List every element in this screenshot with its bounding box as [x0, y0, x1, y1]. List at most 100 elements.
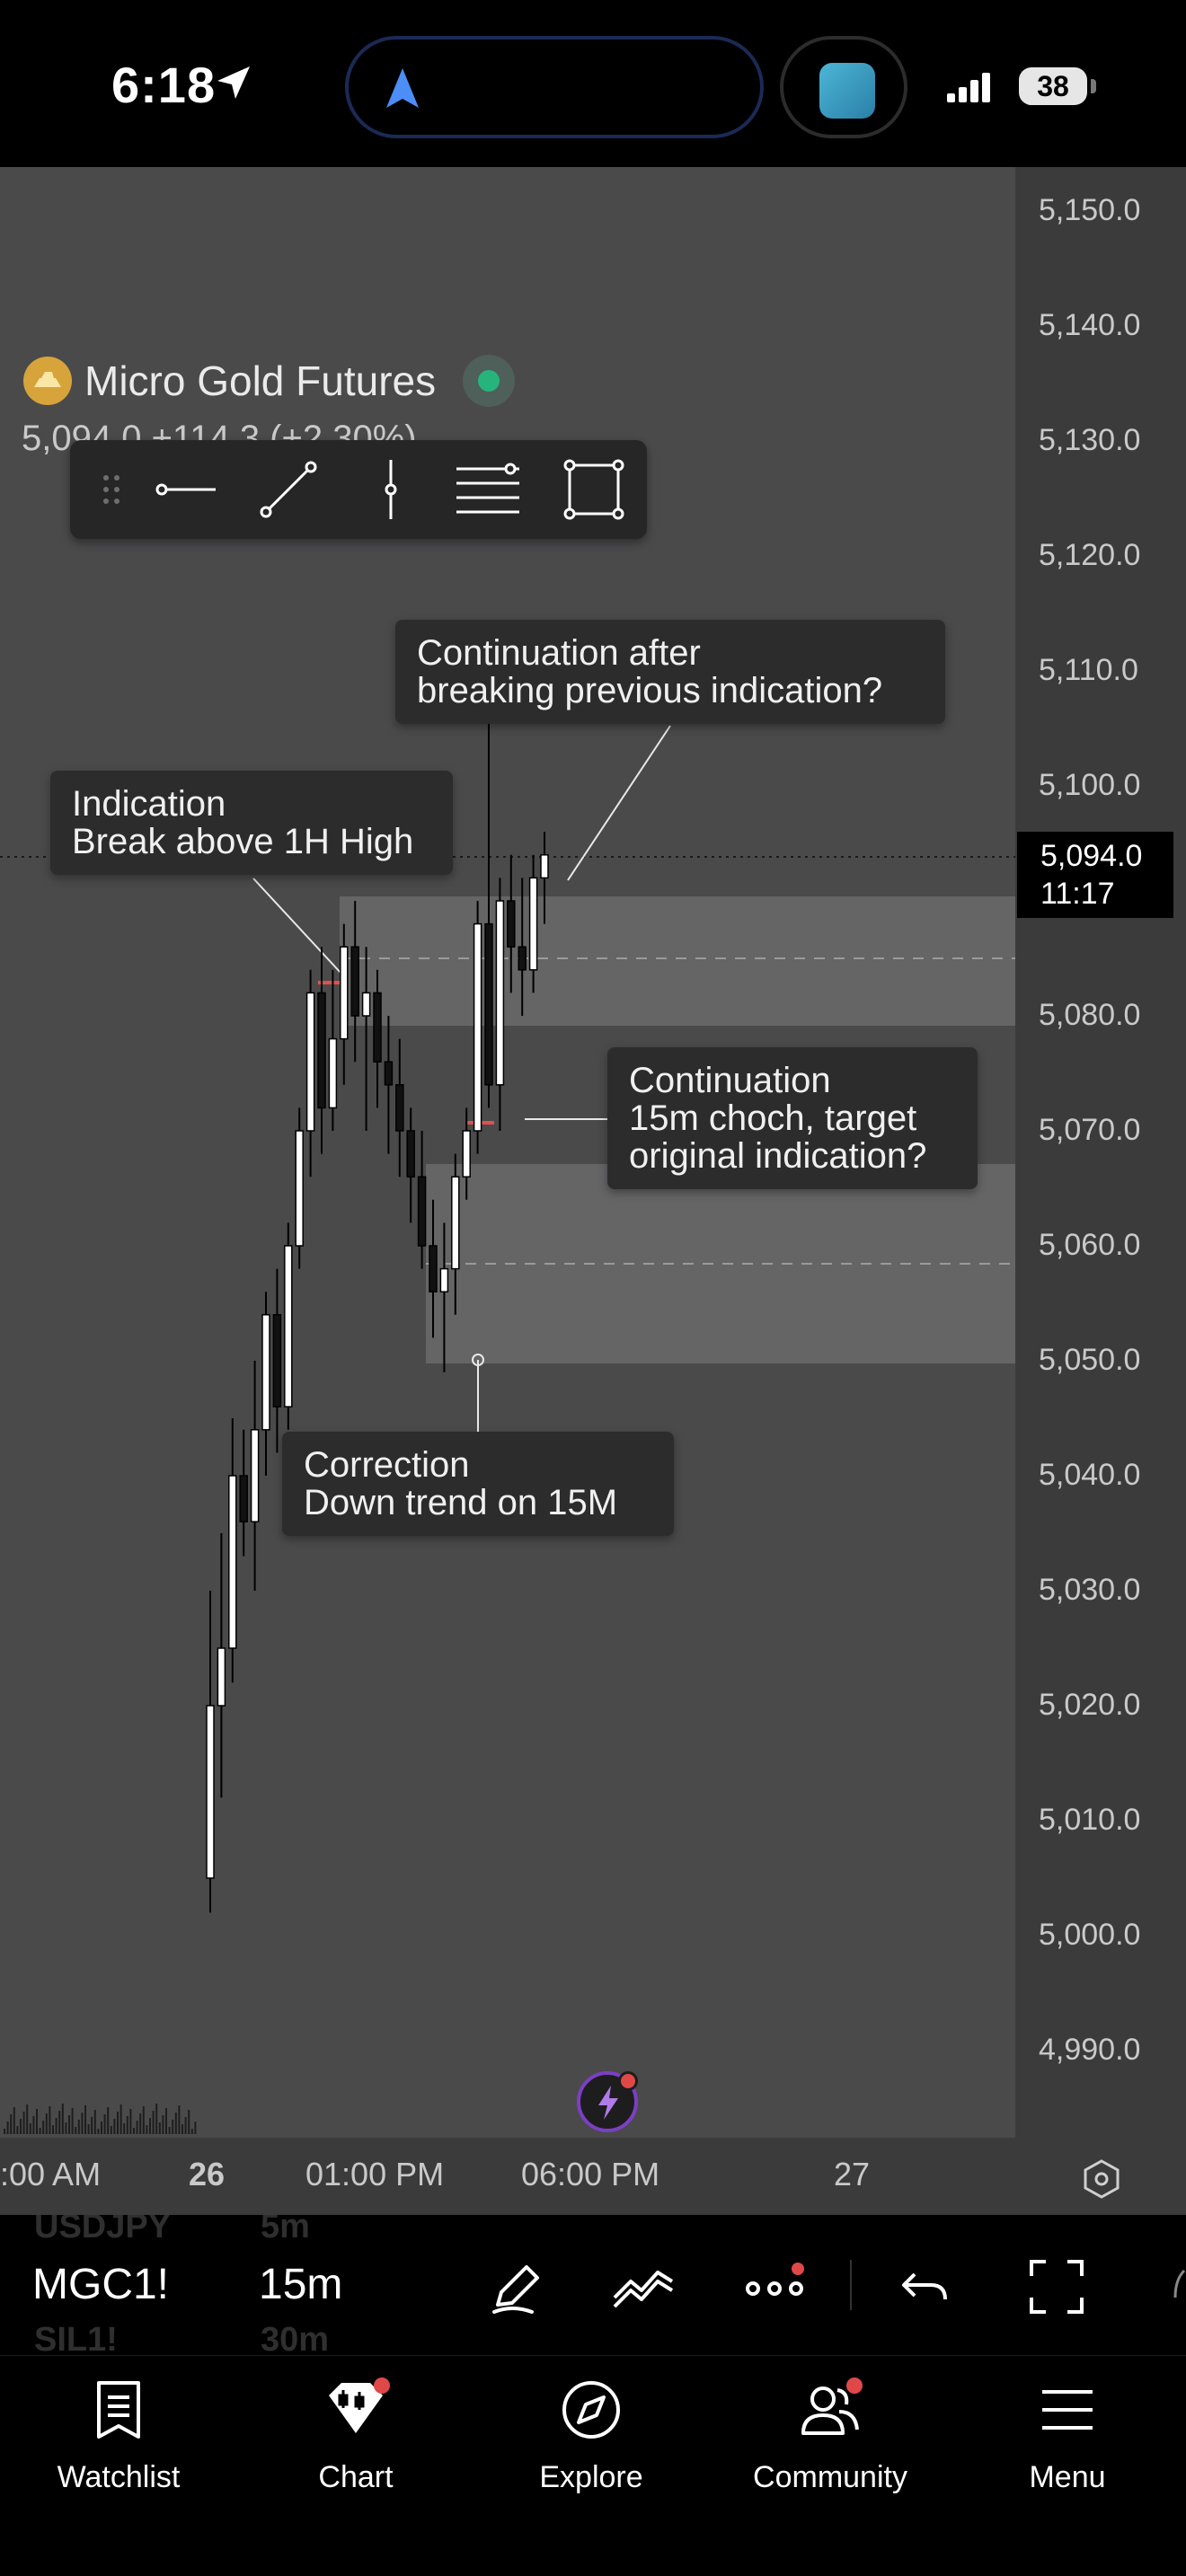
volume-bar	[152, 2111, 155, 2134]
candle-body	[462, 1130, 471, 1178]
fullscreen-icon[interactable]	[1024, 2254, 1089, 2319]
price-axis-label: 5,060.0	[1039, 1228, 1141, 1262]
callout-continuation-mid[interactable]: Continuation 15m choch, target original …	[607, 1047, 978, 1189]
trend-line-icon[interactable]	[255, 456, 322, 523]
candle-body	[206, 1705, 215, 1879]
grip-icon[interactable]	[79, 456, 146, 523]
volume-bar	[155, 2104, 158, 2134]
ghost-next-tf: 30m	[261, 2321, 330, 2355]
candle-body	[239, 1475, 248, 1522]
nav-explore[interactable]: Explore	[492, 2370, 690, 2505]
volume-bar	[162, 2115, 164, 2134]
volume-bar	[42, 2121, 45, 2134]
price-axis[interactable]: 5,150.0 5,140.0 5,130.0 5,120.0 5,110.0 5,100…	[1015, 167, 1186, 2138]
volume-bar	[146, 2125, 148, 2134]
candle-body	[350, 946, 359, 1017]
menu-icon	[1042, 2390, 1093, 2430]
nav-chart-label: Chart	[318, 2460, 394, 2494]
callout-correction-line1: Correction	[304, 1445, 470, 1485]
callout-continuation-top[interactable]: Continuation after breaking previous ind…	[395, 620, 945, 724]
symbol-header[interactable]: Micro Gold Futures	[23, 355, 516, 407]
more-icon[interactable]	[742, 2254, 807, 2319]
callout-continuation-top-line1: Continuation after	[417, 633, 701, 673]
dynamic-island[interactable]	[345, 36, 764, 138]
volume-bar	[165, 2108, 167, 2134]
time-label-27: 27	[834, 2156, 871, 2192]
vertical-line-icon[interactable]	[358, 456, 424, 523]
volume-bar	[107, 2107, 110, 2134]
settings-hex-icon	[1084, 2159, 1120, 2199]
symbol-selector[interactable]: MGC1!	[32, 2260, 169, 2309]
candle-body	[261, 1314, 270, 1431]
status-time: 6:18	[111, 57, 217, 113]
candle-body	[284, 1245, 293, 1407]
navigation-arrow-icon	[386, 68, 419, 108]
volume-bar	[178, 2105, 181, 2134]
rectangle-icon[interactable]	[561, 456, 627, 523]
price-axis-label: 5,150.0	[1039, 193, 1141, 227]
indicators-icon[interactable]	[611, 2254, 676, 2319]
overflow-edge-icon	[1173, 2269, 1186, 2298]
location-arrow-icon	[217, 66, 250, 99]
volume-bar	[36, 2109, 38, 2134]
nav-menu[interactable]: Menu	[969, 2370, 1166, 2505]
live-activity-pill[interactable]	[780, 36, 907, 138]
volume-bar	[29, 2123, 31, 2134]
volume-bar	[13, 2107, 15, 2134]
volume-bar	[172, 2120, 174, 2134]
volume-bar	[110, 2126, 112, 2134]
callout-continuation-mid-line1: Continuation	[629, 1061, 831, 1100]
battery-indicator: 38	[1019, 67, 1087, 105]
volume-bar	[65, 2122, 67, 2134]
price-axis-label: 4,990.0	[1039, 2033, 1141, 2067]
volume-bar	[149, 2118, 151, 2134]
candle-body	[473, 922, 482, 1132]
volume-bar	[77, 2120, 80, 2134]
volume-bar	[117, 2112, 119, 2134]
nav-community[interactable]: Community	[731, 2370, 929, 2505]
volume-bar	[136, 2121, 138, 2134]
timeframe-selector[interactable]: 15m	[259, 2260, 342, 2309]
time-label-am: :00 AM	[0, 2156, 102, 2192]
price-axis-label: 5,100.0	[1039, 768, 1141, 802]
volume-bar	[113, 2119, 116, 2134]
nav-watchlist[interactable]: Watchlist	[20, 2370, 217, 2505]
volume-bar	[188, 2110, 190, 2134]
symbol-name: Micro Gold Futures	[84, 357, 437, 404]
candle-body	[373, 992, 382, 1063]
candle-body	[439, 1267, 449, 1292]
symbol-bar: USDJPY 5m MGC1! 15m SIL1! 30m	[0, 2215, 1186, 2355]
time-axis[interactable]: :00 AM 26 01:00 PM 06:00 PM 27	[0, 2138, 1015, 2215]
pencil-icon[interactable]	[485, 2254, 550, 2319]
nav-chart[interactable]: Chart	[257, 2370, 455, 2505]
watchlist-icon	[97, 2381, 140, 2439]
time-label-1pm: 01:00 PM	[305, 2156, 445, 2192]
price-axis-label: 5,040.0	[1039, 1458, 1141, 1492]
chart-settings-button[interactable]	[1015, 2138, 1186, 2215]
volume-bar	[129, 2109, 132, 2134]
price-axis-label: 5,050.0	[1039, 1343, 1141, 1377]
price-axis-label: 5,000.0	[1039, 1918, 1141, 1952]
callout-correction[interactable]: Correction Down trend on 15M	[282, 1432, 674, 1536]
volume-bar	[52, 2125, 54, 2134]
callout-indication-line2: Break above 1H High	[72, 822, 414, 861]
volume-bar	[84, 2105, 86, 2134]
horizontal-ray-icon[interactable]	[153, 456, 219, 523]
toolbar-separator	[850, 2260, 852, 2310]
volume-bar	[184, 2117, 187, 2134]
volume-bar	[174, 2113, 177, 2134]
volume-bar	[68, 2115, 70, 2134]
candle-body	[484, 922, 493, 1086]
fib-levels-icon[interactable]	[455, 456, 521, 523]
volume-bar	[87, 2124, 90, 2134]
candle-body	[451, 1176, 460, 1270]
volume-bar	[81, 2113, 84, 2134]
leader-indication	[252, 878, 342, 975]
chart-canvas[interactable]: Micro Gold Futures 5,094.0 +114.3 (+2.30…	[0, 167, 1015, 2138]
undo-icon[interactable]	[895, 2254, 960, 2319]
chart-badge	[374, 2378, 390, 2394]
price-axis-label: 5,010.0	[1039, 1803, 1141, 1837]
volume-bar	[20, 2119, 22, 2134]
callout-indication[interactable]: Indication Break above 1H High	[50, 771, 453, 875]
volume-bar	[32, 2116, 35, 2134]
